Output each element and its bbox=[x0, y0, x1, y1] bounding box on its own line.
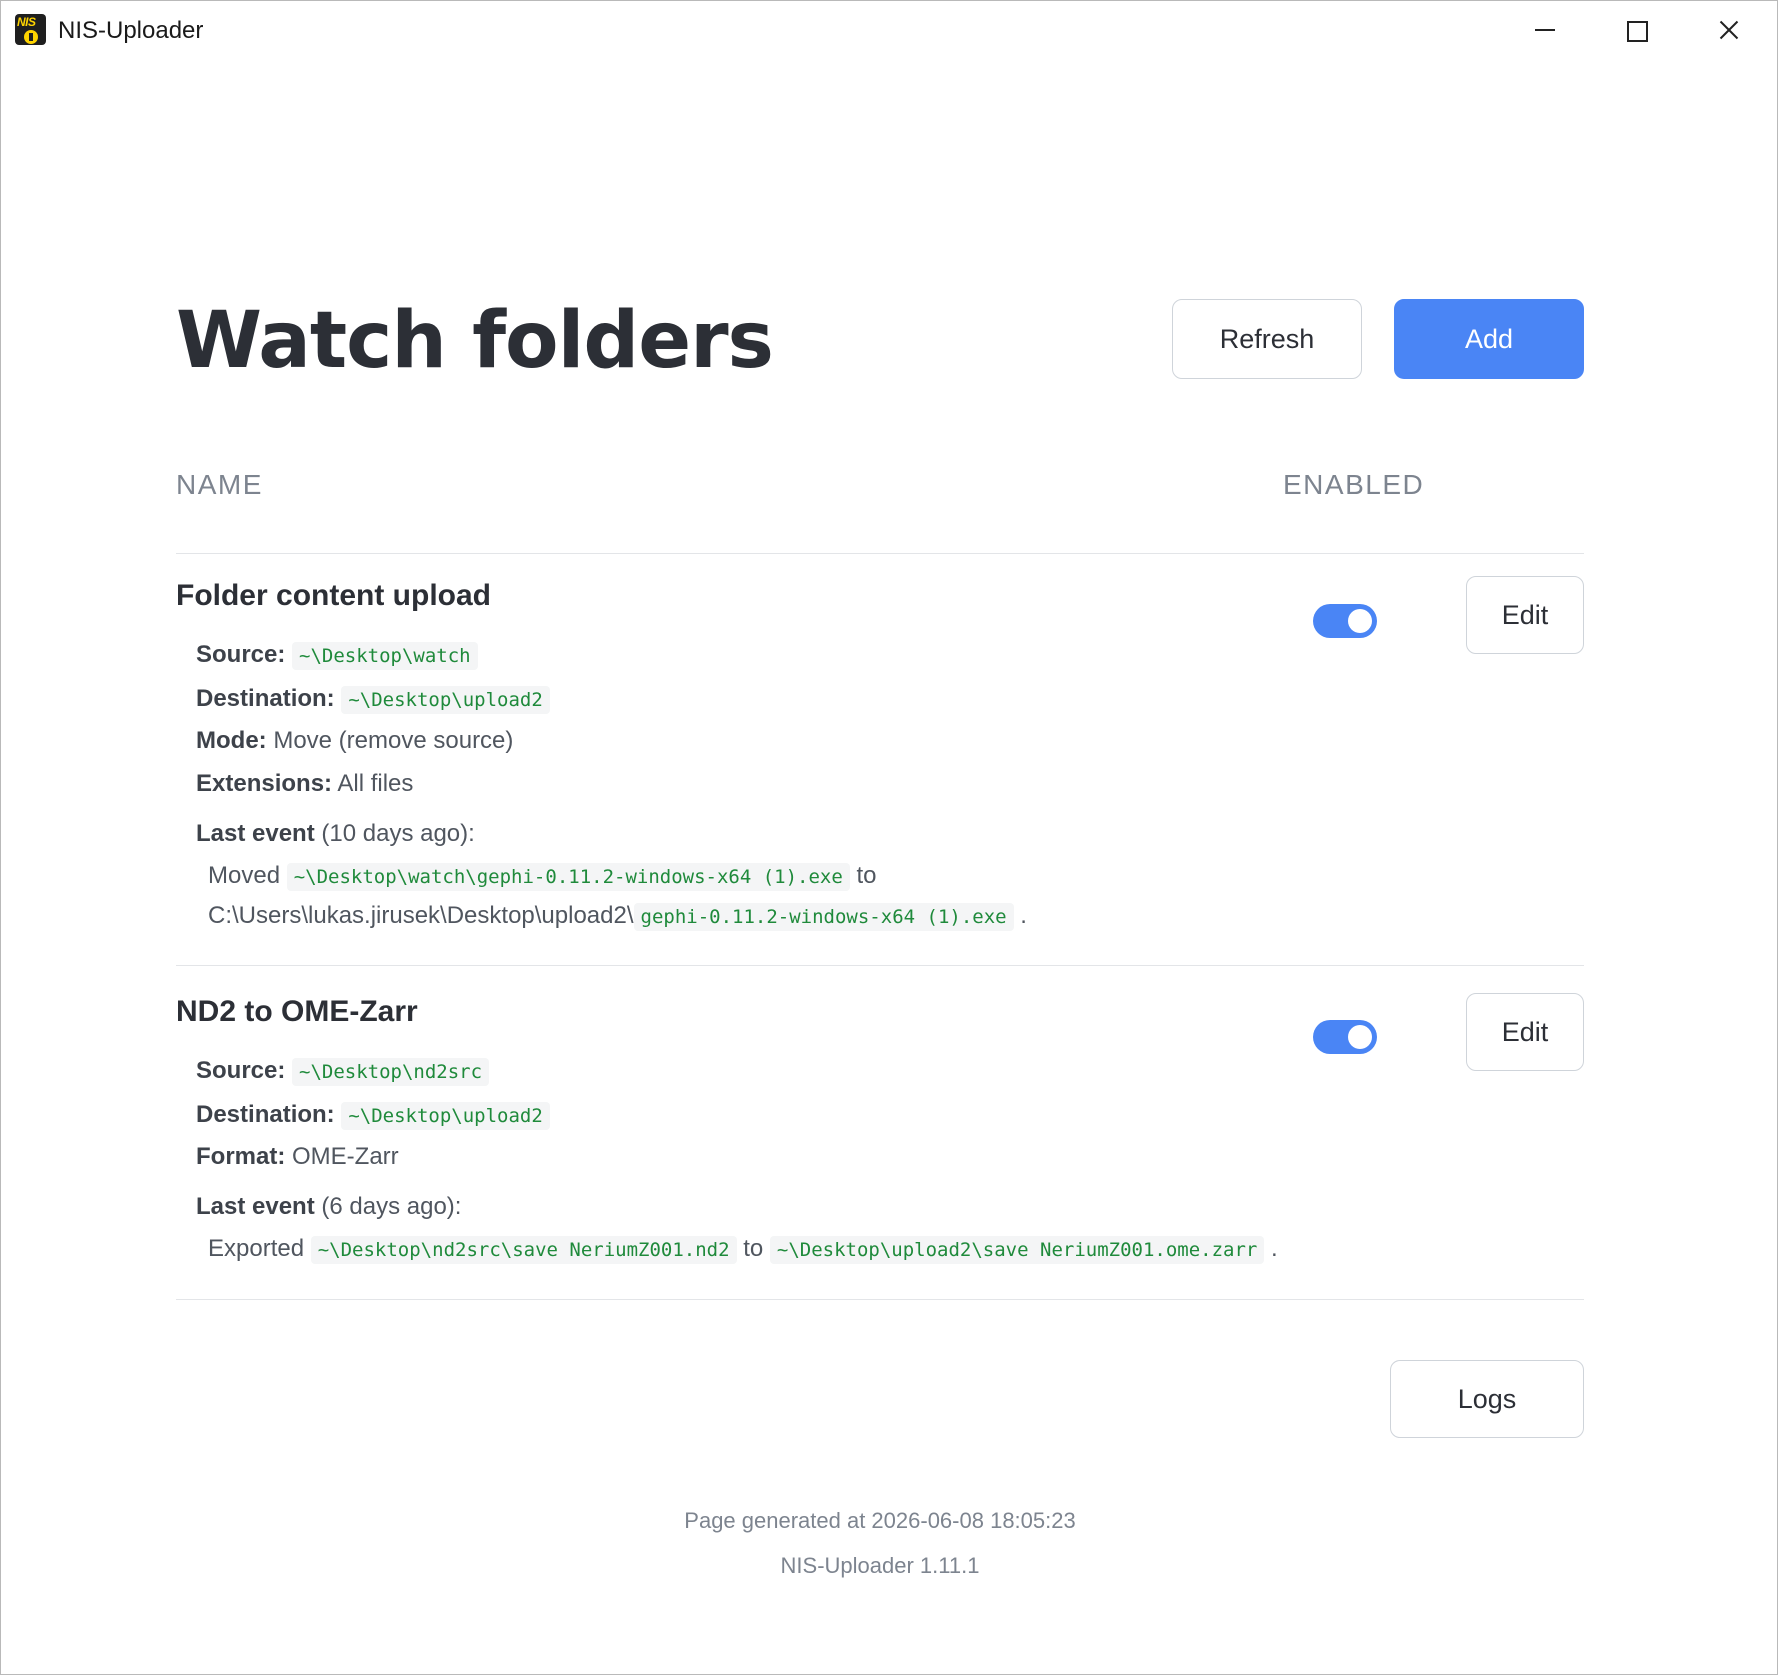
format-row: Format: OME-Zarr bbox=[196, 1143, 399, 1170]
divider bbox=[176, 965, 1584, 966]
app-window: NIS NIS-Uploader Watch folders Refresh A… bbox=[0, 0, 1778, 1675]
event-to-path: ~\Desktop\upload2\save NeriumZ001.ome.za… bbox=[769, 1236, 1265, 1264]
event-to-path: gephi-0.11.2-windows-x64 (1).exe bbox=[633, 903, 1014, 931]
add-button[interactable]: Add bbox=[1394, 299, 1584, 379]
divider bbox=[176, 553, 1584, 554]
column-header-enabled: ENABLED bbox=[1283, 469, 1425, 500]
column-header-name: NAME bbox=[176, 469, 263, 500]
destination-path: ~\Desktop\upload2 bbox=[341, 1102, 550, 1130]
source-row: Source: ~\Desktop\nd2src bbox=[196, 1057, 490, 1086]
watch-folder-name: Folder content upload bbox=[176, 579, 491, 612]
event-from-path: ~\Desktop\nd2src\save NeriumZ001.nd2 bbox=[310, 1236, 737, 1264]
app-version: NIS-Uploader 1.11.1 bbox=[780, 1553, 980, 1578]
window-title: NIS-Uploader bbox=[58, 17, 204, 44]
source-row: Source: ~\Desktop\watch bbox=[196, 641, 478, 670]
nis-uploader-logo-icon: NIS bbox=[15, 14, 46, 45]
destination-path: ~\Desktop\upload2 bbox=[341, 686, 550, 714]
event-from-path: ~\Desktop\watch\gephi-0.11.2-windows-x64… bbox=[286, 863, 850, 891]
minimize-icon[interactable] bbox=[1515, 9, 1575, 53]
event-line-2: C:\Users\lukas.jirusek\Desktop\upload2\ g… bbox=[208, 902, 1027, 931]
source-path: ~\Desktop\nd2src bbox=[292, 1058, 490, 1086]
extensions-row: Extensions: All files bbox=[196, 770, 414, 797]
mode-value: Move (remove source) bbox=[273, 727, 514, 754]
last-event-age: (6 days ago): bbox=[321, 1193, 462, 1220]
mode-row: Mode: Move (remove source) bbox=[196, 727, 514, 754]
format-value: OME-Zarr bbox=[292, 1143, 399, 1170]
destination-row: Destination: ~\Desktop\upload2 bbox=[196, 685, 550, 714]
generated-timestamp: Page generated at 2026-06-08 18:05:23 bbox=[684, 1508, 1076, 1533]
logo-text: NIS bbox=[17, 15, 36, 29]
destination-row: Destination: ~\Desktop\upload2 bbox=[196, 1101, 550, 1130]
extensions-value: All files bbox=[337, 770, 414, 797]
watch-folder-name: ND2 to OME-Zarr bbox=[176, 995, 418, 1028]
title-bar: NIS NIS-Uploader bbox=[1, 1, 1777, 61]
enabled-toggle[interactable] bbox=[1313, 1020, 1377, 1054]
maximize-icon[interactable] bbox=[1606, 9, 1666, 53]
last-event-age: (10 days ago): bbox=[321, 820, 475, 847]
event-to-prefix: C:\Users\lukas.jirusek\Desktop\upload2\ bbox=[208, 902, 634, 929]
refresh-button[interactable]: Refresh bbox=[1172, 299, 1362, 379]
divider bbox=[176, 1299, 1584, 1300]
logs-button[interactable]: Logs bbox=[1390, 1360, 1584, 1438]
close-icon[interactable] bbox=[1698, 9, 1758, 53]
page-title: Watch folders bbox=[176, 296, 774, 386]
edit-button[interactable]: Edit bbox=[1466, 993, 1584, 1071]
last-event-row: Last event (6 days ago): bbox=[196, 1193, 462, 1220]
last-event-row: Last event (10 days ago): bbox=[196, 820, 475, 847]
source-path: ~\Desktop\watch bbox=[292, 642, 478, 670]
event-line: Moved ~\Desktop\watch\gephi-0.11.2-windo… bbox=[208, 862, 877, 891]
edit-button[interactable]: Edit bbox=[1466, 576, 1584, 654]
enabled-toggle[interactable] bbox=[1313, 604, 1377, 638]
event-line: Exported ~\Desktop\nd2src\save NeriumZ00… bbox=[208, 1235, 1278, 1264]
